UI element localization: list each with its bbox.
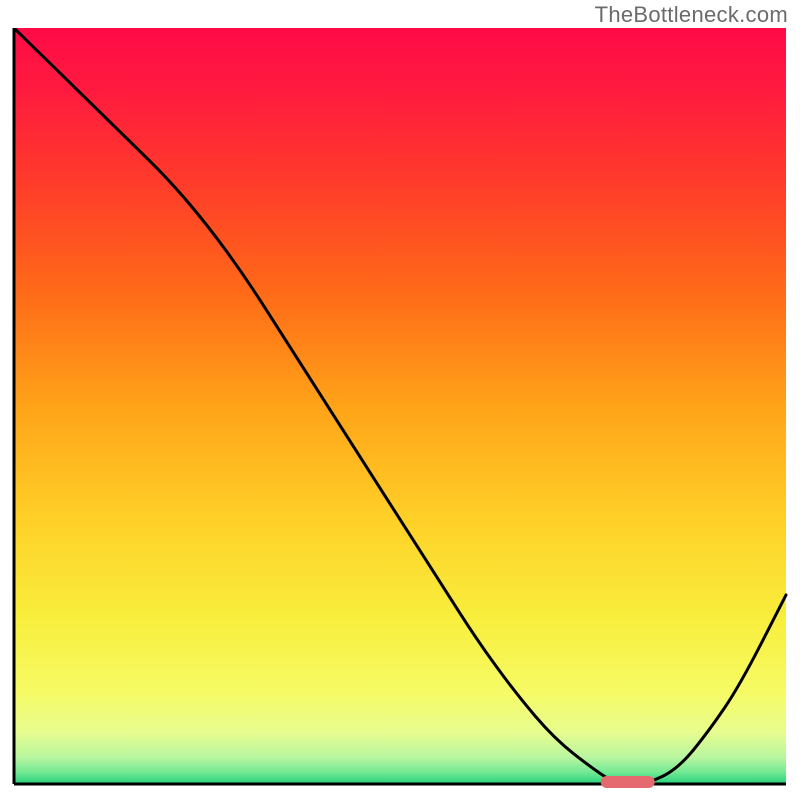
bottleneck-chart: TheBottleneck.com bbox=[0, 0, 800, 800]
chart-svg bbox=[10, 28, 790, 788]
watermark-text: TheBottleneck.com bbox=[595, 2, 788, 28]
optimum-marker bbox=[601, 776, 655, 788]
